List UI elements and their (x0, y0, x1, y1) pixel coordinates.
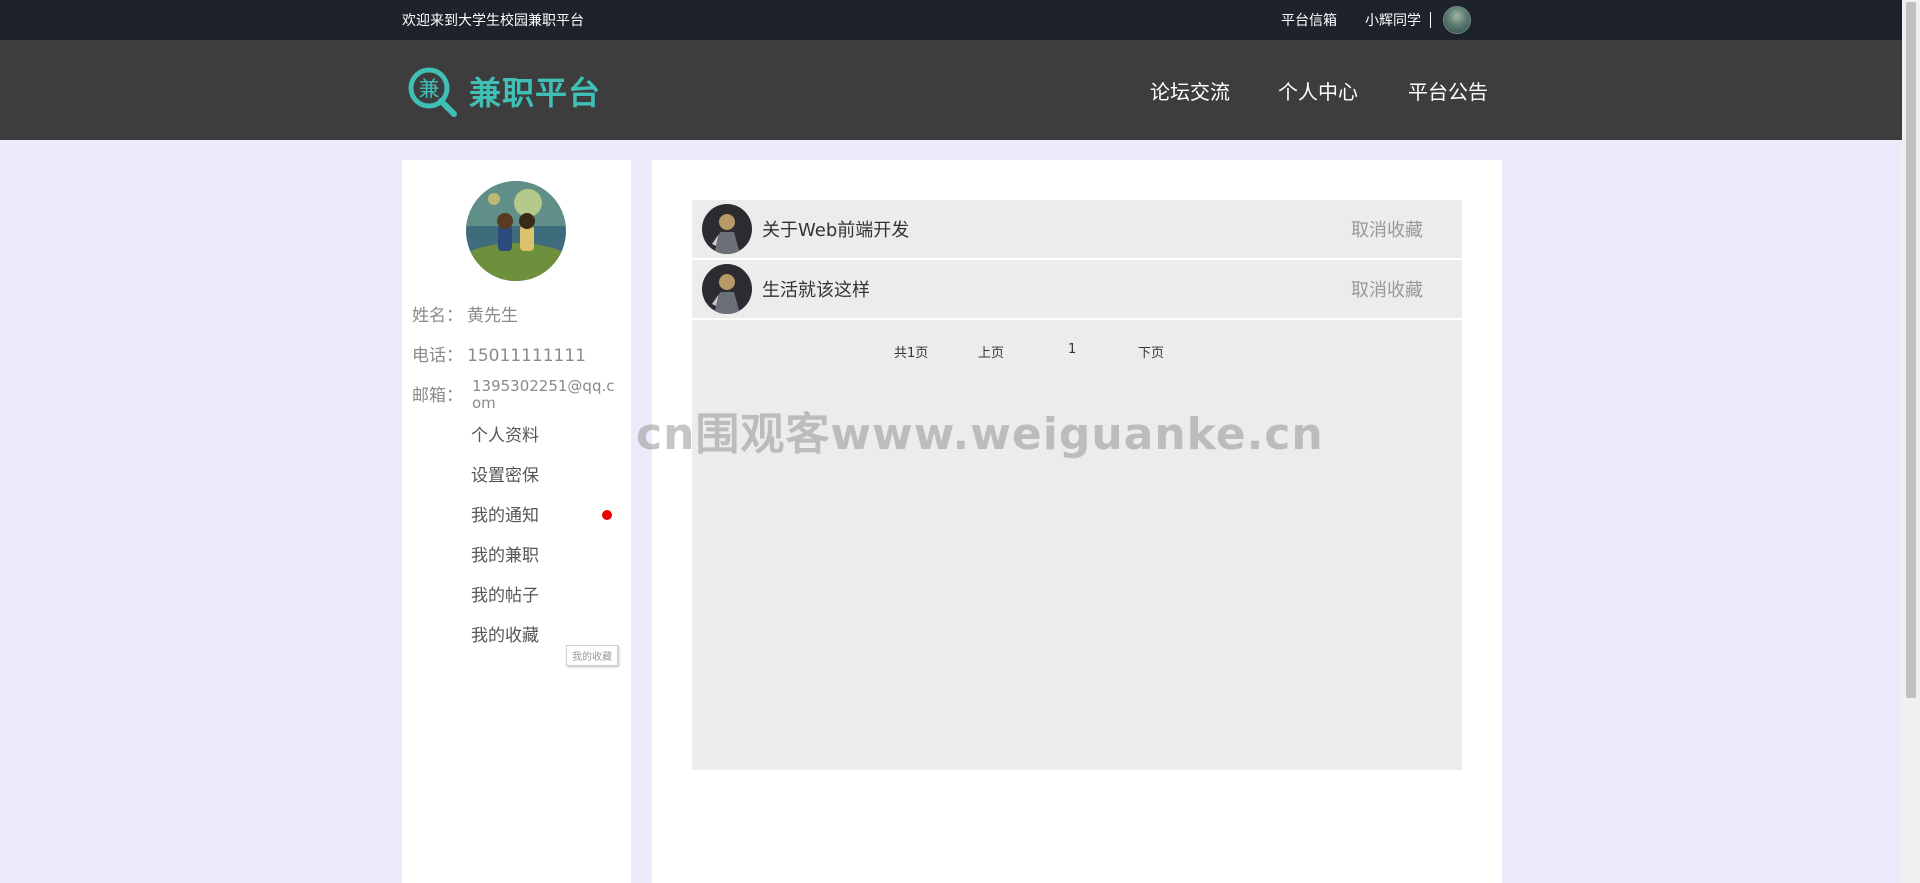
post-author-avatar (702, 204, 752, 254)
main-nav: 论坛交流 个人中心 平台公告 (1150, 40, 1488, 140)
sidebar: 姓名： 黄先生 电话： 15011111111 邮箱： 1395302251@qq.… (402, 160, 631, 883)
nav-personal-center[interactable]: 个人中心 (1278, 76, 1358, 105)
user-avatar-small[interactable] (1443, 6, 1471, 34)
nav-forum[interactable]: 论坛交流 (1150, 76, 1230, 105)
email-label: 邮箱： (412, 386, 463, 406)
site-logo[interactable]: 兼 兼职平台 (406, 64, 601, 118)
menu-my-posts[interactable]: 我的帖子 (471, 581, 539, 606)
phone-label: 电话： (412, 346, 463, 366)
menu-my-favorites[interactable]: 我的收藏 (471, 621, 539, 646)
pagination-prev[interactable]: 上页 (978, 342, 1004, 361)
pagination-next[interactable]: 下页 (1138, 342, 1164, 361)
welcome-text: 欢迎来到大学生校园兼职平台 (402, 13, 584, 29)
menu-security-question[interactable]: 设置密保 (471, 461, 539, 486)
watermark: cn围观客www.weiguanke.cn (636, 409, 1324, 460)
profile-phone-row: 电话： 15011111111 (412, 341, 586, 366)
profile-avatar (466, 181, 566, 281)
main-content: 关于Web前端开发 取消收藏 生活就该这样 取消收藏 共1页 上页 1 下页 (652, 160, 1502, 883)
nav-announcements[interactable]: 平台公告 (1408, 76, 1488, 105)
cancel-favorite-button[interactable]: 取消收藏 (1351, 276, 1423, 302)
post-author-avatar (702, 264, 752, 314)
profile-name: 黄先生 (467, 306, 518, 326)
logo-char: 兼 (419, 77, 440, 101)
menu-profile[interactable]: 个人资料 (471, 421, 539, 446)
favorite-item: 关于Web前端开发 取消收藏 (692, 200, 1462, 260)
logo-search-icon: 兼 (408, 67, 457, 117)
top-bar: 欢迎来到大学生校园兼职平台 平台信箱 小辉同学 (0, 0, 1902, 40)
name-label: 姓名： (412, 306, 463, 326)
menu-notifications[interactable]: 我的通知 (471, 501, 539, 526)
post-author-avatar-image (702, 204, 752, 254)
cancel-favorite-button[interactable]: 取消收藏 (1351, 216, 1423, 242)
page-scrollbar[interactable] (1902, 0, 1920, 883)
favorite-title[interactable]: 关于Web前端开发 (762, 216, 909, 242)
username-link[interactable]: 小辉同学 (1365, 10, 1421, 30)
profile-phone: 15011111111 (467, 346, 586, 366)
mailbox-link[interactable]: 平台信箱 (1281, 10, 1337, 30)
header: 兼 兼职平台 论坛交流 个人中心 平台公告 (0, 40, 1902, 140)
scrollbar-thumb[interactable] (1906, 2, 1916, 698)
top-bar-user-area: 平台信箱 小辉同学 (1281, 0, 1471, 40)
pagination-total: 共1页 (894, 346, 929, 361)
post-author-avatar-image (702, 264, 752, 314)
favorite-title[interactable]: 生活就该这样 (762, 276, 870, 302)
favorites-tooltip: 我的收藏 (566, 645, 618, 666)
profile-avatar-image (466, 181, 566, 281)
pagination-page-1[interactable]: 1 (1068, 342, 1076, 357)
profile-email: 1395302251@qq.com (472, 377, 615, 412)
favorite-item: 生活就该这样 取消收藏 (692, 260, 1462, 320)
menu-my-jobs[interactable]: 我的兼职 (471, 541, 539, 566)
logo-text: 兼职平台 (469, 74, 602, 112)
notification-dot-icon (602, 510, 612, 520)
separator (1430, 12, 1431, 28)
favorites-panel: 关于Web前端开发 取消收藏 生活就该这样 取消收藏 共1页 上页 1 下页 (692, 200, 1462, 770)
profile-name-row: 姓名： 黄先生 (412, 301, 518, 326)
